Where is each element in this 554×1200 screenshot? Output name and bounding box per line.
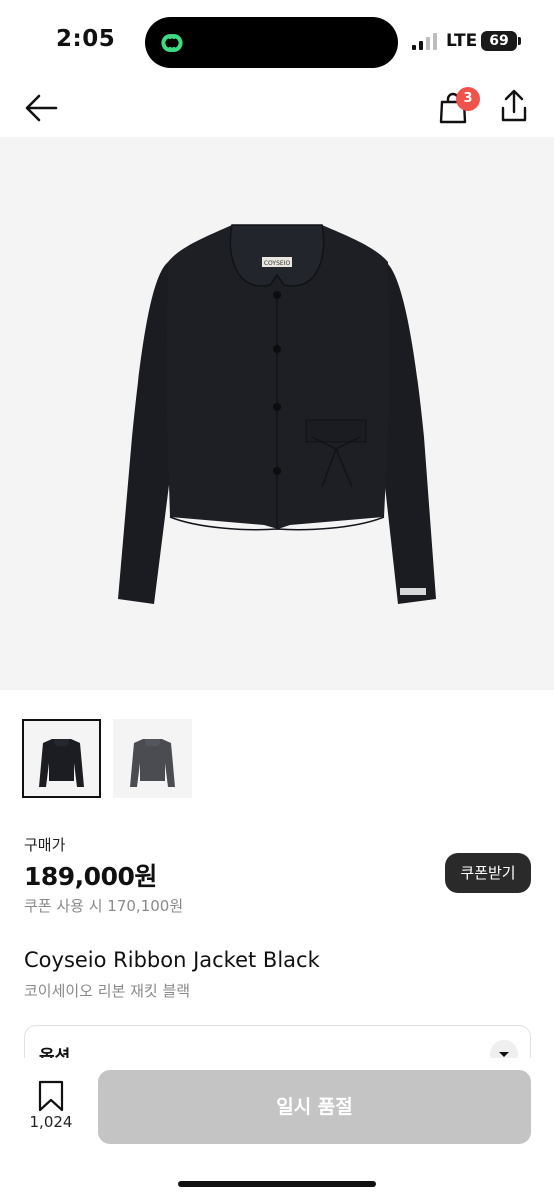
- home-indicator: [178, 1181, 376, 1187]
- product-title: Coyseio Ribbon Jacket Black: [24, 948, 320, 972]
- thumbnail-charcoal[interactable]: [113, 719, 192, 798]
- product-title-korean: 코이세이오 리본 재킷 블랙: [24, 982, 191, 1000]
- status-bar: 2:05 LTE 69: [0, 0, 554, 80]
- share-icon[interactable]: [494, 86, 534, 126]
- thumbnail-charcoal-image: [130, 739, 175, 787]
- signal-icon: [412, 33, 437, 50]
- coupon-price: 쿠폰 사용 시 170,100원: [24, 897, 184, 915]
- cart-count-badge: 3: [456, 87, 480, 111]
- thumbnail-black[interactable]: [22, 719, 101, 798]
- bookmark-count: 1,024: [29, 1113, 73, 1131]
- battery-icon: 69: [481, 31, 517, 51]
- jacket-illustration: COYSEIO: [118, 224, 436, 604]
- product-price: 189,000원: [24, 862, 157, 891]
- get-coupon-button[interactable]: 쿠폰받기: [445, 853, 531, 893]
- thumbnail-black-image: [39, 739, 84, 787]
- arrow-left-icon[interactable]: [22, 88, 62, 128]
- price-label: 구매가: [24, 836, 66, 854]
- dynamic-island: [145, 17, 398, 68]
- status-time: 2:05: [56, 26, 116, 52]
- battery-tip: [518, 37, 521, 45]
- network-type: LTE: [446, 31, 478, 51]
- battery-level: 69: [489, 33, 509, 49]
- bookmark-icon: [38, 1080, 64, 1112]
- link-app-icon: [161, 34, 183, 52]
- product-image: COYSEIO: [0, 137, 554, 690]
- sold-out-button: 일시 품절: [98, 1070, 531, 1144]
- jacket-brand-label: COYSEIO: [264, 260, 291, 267]
- bookmark-button[interactable]: 1,024: [24, 1078, 78, 1138]
